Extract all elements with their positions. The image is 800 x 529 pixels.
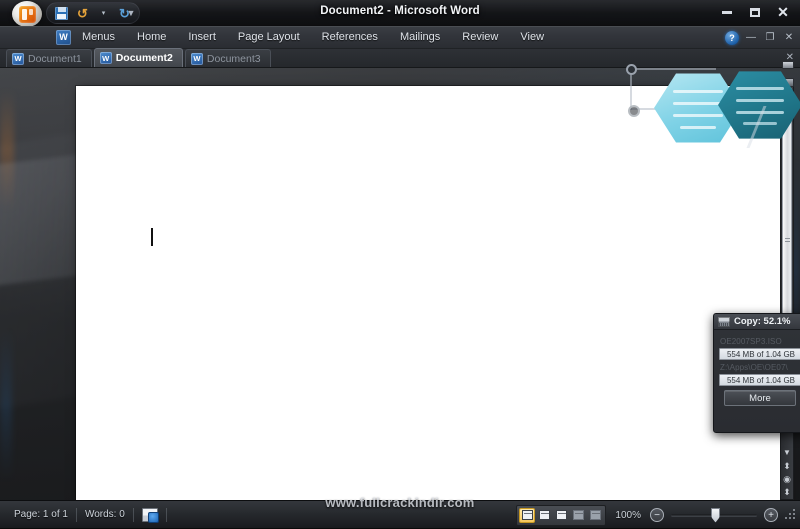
zoom-out-button[interactable]: − xyxy=(650,508,664,522)
monitor-icon[interactable] xyxy=(780,58,796,72)
copy-more-button[interactable]: More xyxy=(724,390,796,406)
help-icon[interactable]: ? xyxy=(725,30,739,45)
document-tab-document2[interactable]: Document2 xyxy=(93,48,183,67)
resize-grip[interactable] xyxy=(784,509,796,521)
zoom-level-label[interactable]: 100% xyxy=(609,510,647,521)
minimize-icon xyxy=(722,10,732,14)
word-application-window: ↺ ▾ ↻ ▼ Document2 - Microsoft Word ✕ W M… xyxy=(0,0,800,528)
vertical-scrollbar[interactable]: ▼ ⬍ ◉ ⬍ xyxy=(780,86,794,500)
select-browse-object-button[interactable]: ◉ xyxy=(781,472,793,486)
ribbon-tab-insert[interactable]: Insert xyxy=(177,26,227,49)
zoom-slider[interactable] xyxy=(671,507,757,523)
draft-icon xyxy=(589,510,601,520)
close-button[interactable]: ✕ xyxy=(770,2,796,22)
zoom-in-button[interactable]: + xyxy=(764,508,778,522)
copy-progress-dialog[interactable]: Copy: 52.1% OE2007SP3.ISO 554 MB of 1.04… xyxy=(713,313,800,433)
ribbon-restore-button[interactable]: ❐ xyxy=(763,32,777,43)
document-tab-label: Document1 xyxy=(28,52,82,65)
previous-page-button[interactable]: ⬍ xyxy=(781,459,793,473)
next-page-button[interactable]: ⬍ xyxy=(781,485,793,499)
word-count-status[interactable]: Words: 0 xyxy=(77,507,133,523)
word-document-icon xyxy=(190,52,203,65)
copy-source-file-label: OE2007SP3.ISO xyxy=(720,337,782,346)
status-bar-left: Page: 1 of 1 Words: 0 xyxy=(0,501,167,528)
text-cursor xyxy=(151,228,153,246)
outline-icon xyxy=(572,510,584,520)
document-tab-label: Document3 xyxy=(206,52,261,65)
status-bar: Page: 1 of 1 Words: 0 100% − + xyxy=(0,500,800,528)
view-outline-button[interactable] xyxy=(570,508,586,523)
copy-progress-label: 554 MB of 1.04 GB xyxy=(726,349,796,359)
ribbon-tab-review[interactable]: Review xyxy=(451,26,509,49)
minimize-button[interactable] xyxy=(714,2,740,22)
view-mode-buttons xyxy=(516,504,607,526)
document-tab-label: Document2 xyxy=(115,52,173,64)
ribbon-minimize-button[interactable]: — xyxy=(744,32,758,43)
view-print-layout-button[interactable] xyxy=(519,507,536,523)
view-draft-button[interactable] xyxy=(587,508,603,523)
word-document-icon xyxy=(99,52,112,64)
web-layout-icon xyxy=(555,510,567,520)
copy-destination-path-label: Z:\Apps\OE\OE07\ xyxy=(720,363,788,372)
ribbon-tab-references[interactable]: References xyxy=(311,26,389,49)
copy-dialog-title-bar: Copy: 52.1% xyxy=(714,314,800,330)
document-page[interactable] xyxy=(76,86,780,500)
ribbon-tab-menus[interactable]: Menus xyxy=(71,26,126,49)
copy-dialog-body: OE2007SP3.ISO 554 MB of 1.04 GB Z:\Apps\… xyxy=(714,330,800,406)
document-tab-document1[interactable]: Document1 xyxy=(6,49,92,67)
full-screen-reading-icon xyxy=(538,510,550,520)
copy-dialog-title: Copy: 52.1% xyxy=(734,316,791,327)
ribbon-right-controls: ? — ❐ ✕ xyxy=(725,26,796,49)
window-title: Document2 - Microsoft Word xyxy=(320,5,480,17)
ribbon-tab-view[interactable]: View xyxy=(509,26,555,49)
page-count-status[interactable]: Page: 1 of 1 xyxy=(6,507,76,523)
copy-drive-icon xyxy=(718,316,730,327)
scroll-down-arrow-icon[interactable]: ▼ xyxy=(781,445,793,459)
close-icon: ✕ xyxy=(777,4,789,20)
ribbon-tab-home[interactable]: Home xyxy=(126,26,177,49)
zoom-slider-handle[interactable] xyxy=(711,507,720,523)
ribbon-tab-mailings[interactable]: Mailings xyxy=(389,26,451,49)
copy-progress-bar-2: 554 MB of 1.04 GB xyxy=(719,374,800,386)
ribbon-close-button[interactable]: ✕ xyxy=(782,32,796,43)
copy-progress-label: 554 MB of 1.04 GB xyxy=(726,375,796,385)
word-document-icon xyxy=(56,29,71,45)
document-tab-strip: Document1 Document2 Document3 ✕ xyxy=(0,48,800,68)
status-bar-right: 100% − + xyxy=(516,501,796,529)
printer-icon[interactable] xyxy=(780,75,796,89)
show-hidden-icons-icon[interactable] xyxy=(780,92,796,106)
maximize-icon xyxy=(750,7,760,17)
document-work-area: ▼ ⬍ ◉ ⬍ xyxy=(0,68,800,500)
desktop-edge-toolbar xyxy=(780,58,798,109)
title-bar: ↺ ▾ ↻ ▼ Document2 - Microsoft Word ✕ xyxy=(0,0,800,27)
proofing-errors-icon[interactable] xyxy=(141,507,159,523)
status-divider xyxy=(132,507,134,522)
ribbon-tab-bar: Menus Home Insert Page Layout References… xyxy=(0,26,800,49)
view-full-screen-reading-button[interactable] xyxy=(536,508,552,523)
ribbon-tab-page-layout[interactable]: Page Layout xyxy=(227,26,311,49)
document-tab-document3[interactable]: Document3 xyxy=(184,49,271,67)
print-layout-icon xyxy=(521,510,533,520)
status-divider xyxy=(165,507,167,522)
maximize-button[interactable] xyxy=(742,2,768,22)
window-controls: ✕ xyxy=(714,2,796,22)
copy-progress-bar-1: 554 MB of 1.04 GB xyxy=(719,348,800,360)
word-document-icon xyxy=(12,52,24,65)
view-web-layout-button[interactable] xyxy=(553,508,569,523)
